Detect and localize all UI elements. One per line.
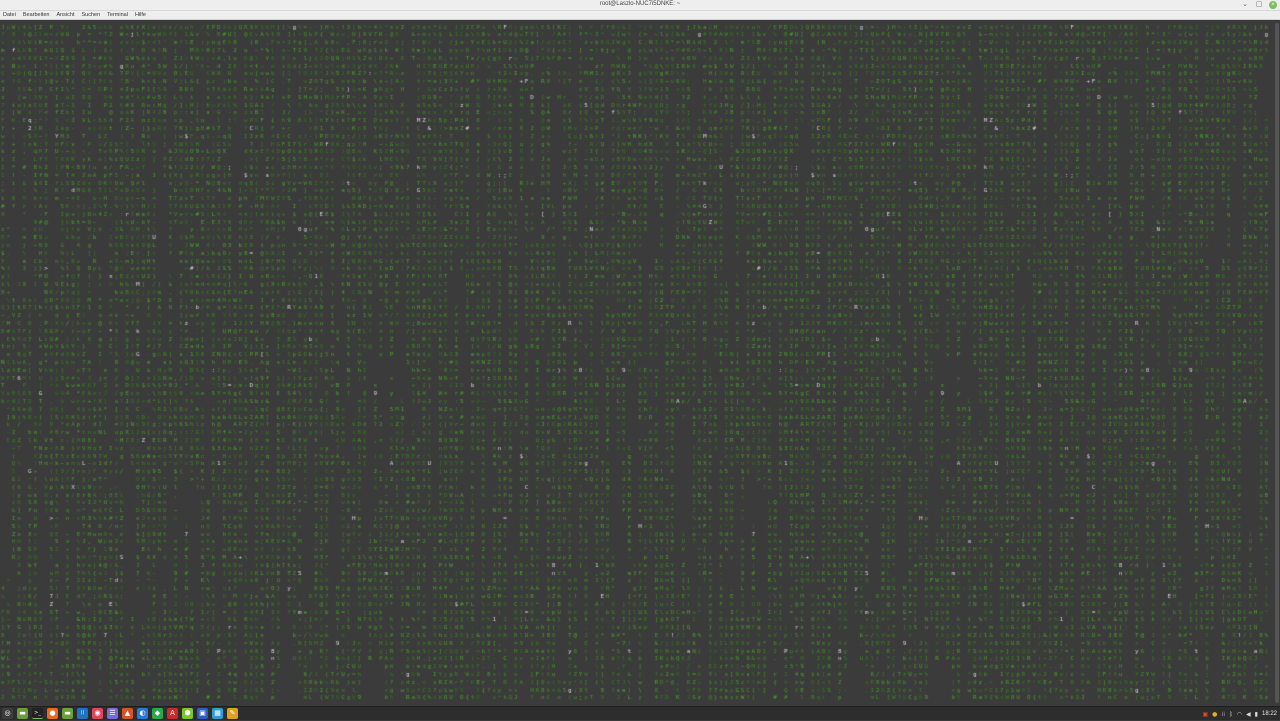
vscode-icon[interactable]: ⟨⟩	[77, 708, 88, 719]
photo-icon[interactable]: ▦	[212, 708, 223, 719]
close-button[interactable]: ×	[1269, 1, 1277, 9]
network-activity-icon[interactable]: ⁞⁞	[1221, 711, 1225, 718]
title-bar[interactable]: root@Laszlo-NUC7i5DNKE: ~ ⌄ ▢ ×	[0, 0, 1280, 11]
minimize-button[interactable]: ⌄	[1241, 1, 1249, 9]
folder-icon[interactable]: ▬	[62, 708, 73, 719]
update-icon[interactable]: ●	[1212, 711, 1217, 718]
clock[interactable]: 18:22	[1262, 711, 1277, 717]
vpn-icon[interactable]: ◆	[152, 708, 163, 719]
alert-icon[interactable]: ▣	[1202, 711, 1208, 718]
terminal-output[interactable]	[0, 21, 1272, 706]
menu-suchen[interactable]: Suchen	[82, 12, 101, 18]
firefox-icon[interactable]: ●	[47, 708, 58, 719]
scrollbar-thumb[interactable]	[1275, 23, 1279, 703]
cube-icon[interactable]: ⬢	[182, 708, 193, 719]
window-controls: ⌄ ▢ ×	[1241, 1, 1277, 9]
menu-bearbeiten[interactable]: Bearbeiten	[23, 12, 50, 18]
wifi-icon[interactable]: ◠	[1237, 711, 1242, 718]
pdf-icon[interactable]: A	[167, 708, 178, 719]
brave-icon[interactable]: ▲	[122, 708, 133, 719]
taskbar: ◎ ▬ >_ ● ▬ ⟨⟩ ◉ ☰ ▲ ◐ ◆ A ⬢ ▣ ▦ ✎ ▣ ● ⁞⁞ ᛒ ◠ ◀ ▮ 18:22	[0, 706, 1280, 720]
taskbar-apps: ◎ ▬ >_ ● ▬ ⟨⟩ ◉ ☰ ▲ ◐ ◆ A ⬢ ▣ ▦ ✎	[0, 708, 238, 719]
menu-hilfe[interactable]: Hilfe	[135, 12, 146, 18]
notes-icon[interactable]: ☰	[107, 708, 118, 719]
virtualbox-icon[interactable]: ▣	[197, 708, 208, 719]
menu-bar: Datei Bearbeiten Ansicht Suchen Terminal…	[0, 11, 1280, 20]
paint-icon[interactable]: ✎	[227, 708, 238, 719]
menu-datei[interactable]: Datei	[3, 12, 16, 18]
menu-terminal[interactable]: Terminal	[107, 12, 128, 18]
maximize-button[interactable]: ▢	[1255, 1, 1263, 9]
bluetooth-icon[interactable]: ᛒ	[1229, 711, 1233, 718]
menu-icon[interactable]: ◎	[2, 708, 13, 719]
terminal-window: root@Laszlo-NUC7i5DNKE: ~ ⌄ ▢ × Datei Be…	[0, 0, 1280, 706]
terminal-icon[interactable]: >_	[32, 708, 43, 719]
volume-icon[interactable]: ◀	[1246, 711, 1251, 718]
tray-icons: ▣ ● ⁞⁞ ᛒ ◠ ◀ ▮	[1202, 711, 1258, 718]
system-tray: ▣ ● ⁞⁞ ᛒ ◠ ◀ ▮ 18:22	[1202, 707, 1277, 721]
matrix-rain-canvas	[0, 21, 1272, 706]
window-title: root@Laszlo-NUC7i5DNKE: ~	[599, 1, 681, 7]
record-icon[interactable]: ◉	[92, 708, 103, 719]
terminal-scrollbar[interactable]	[1272, 21, 1280, 706]
edge-icon[interactable]: ◐	[137, 708, 148, 719]
battery-icon[interactable]: ▮	[1255, 711, 1258, 718]
files-icon[interactable]: ▬	[17, 708, 28, 719]
menu-ansicht[interactable]: Ansicht	[56, 12, 74, 18]
